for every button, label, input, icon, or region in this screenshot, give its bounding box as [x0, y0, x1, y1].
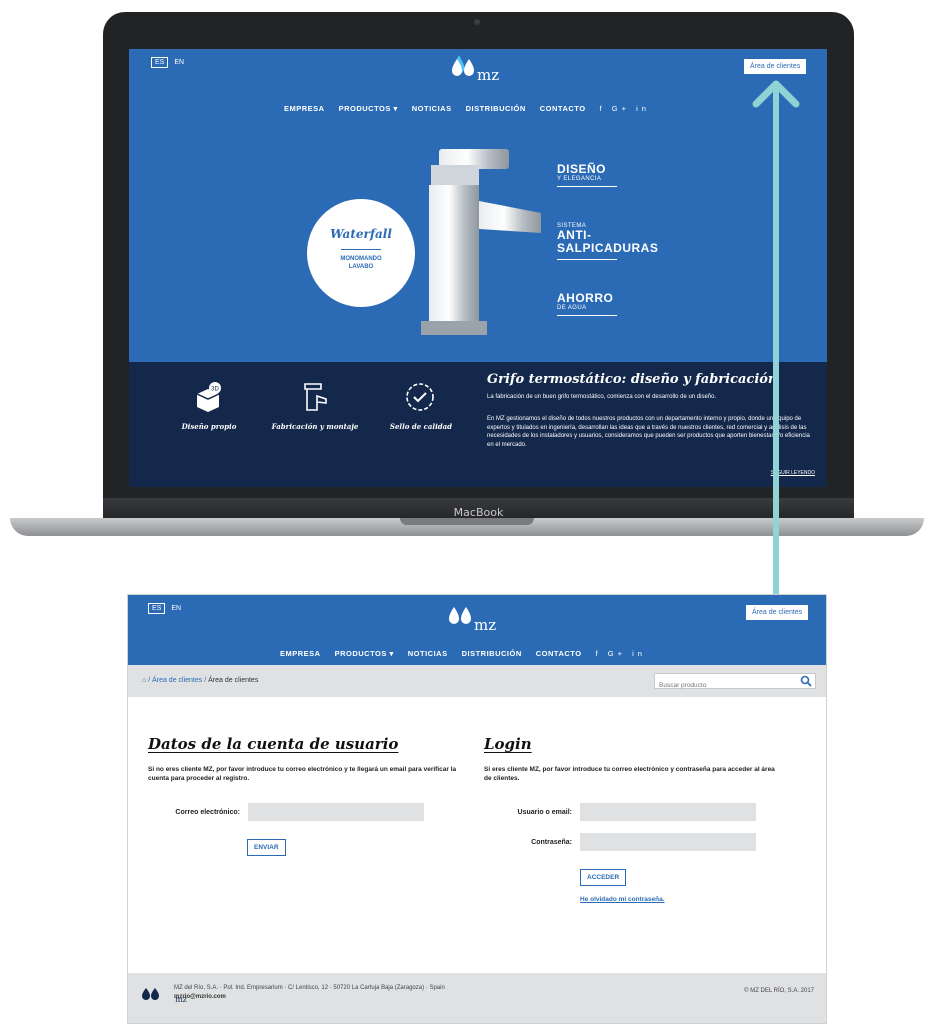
- faucet-outline-icon: [304, 383, 327, 411]
- register-title: Datos de la cuenta de usuario: [148, 735, 399, 753]
- login-username-field[interactable]: [580, 803, 756, 821]
- product-name: Waterfall: [330, 227, 392, 241]
- login-button[interactable]: ACCEDER: [580, 869, 627, 886]
- nav-empresa[interactable]: EMPRESA: [280, 649, 321, 658]
- nav-noticias[interactable]: NOTICIAS: [412, 104, 452, 113]
- breadcrumb-bar: ⌂ / Área de clientes / Área de clientes: [128, 665, 826, 697]
- laptop-notch: [400, 518, 534, 525]
- language-switcher: ES EN: [148, 603, 181, 614]
- lang-es-button[interactable]: ES: [151, 57, 169, 68]
- quality-seal-icon: [406, 383, 434, 411]
- feature-own-design: Diseño propio: [181, 422, 237, 431]
- nav-noticias[interactable]: NOTICIAS: [408, 649, 448, 658]
- main-nav: EMPRESA PRODUCTOS ▾ NOTICIAS DISTRIBUCIÓ…: [284, 104, 650, 113]
- svg-text:3D: 3D: [211, 387, 219, 393]
- double-arrow-icon: [752, 80, 800, 656]
- googleplus-icon[interactable]: G+: [612, 104, 630, 113]
- drops-logo-icon: [142, 988, 159, 1000]
- lang-en-button[interactable]: EN: [174, 59, 184, 66]
- language-switcher: ES EN: [151, 57, 184, 68]
- login-password-field[interactable]: [580, 833, 756, 851]
- email-label: Correo electrónico:: [175, 809, 240, 816]
- linkedin-icon[interactable]: in: [636, 104, 650, 113]
- page-footer: mz MZ del Río, S.A. · Pol. Ind. Empresar…: [128, 973, 826, 1023]
- client-area-button[interactable]: Área de clientes: [744, 59, 807, 74]
- feature-antisplash: SISTEMA ANTI- SALPICADURAS: [557, 223, 658, 260]
- page-header: ES EN mz Área de clientes EMPRESA PRODUCT…: [128, 595, 826, 665]
- nav-distribucion[interactable]: DISTRIBUCIÓN: [466, 104, 526, 113]
- band-title: Grifo termostático: diseño y fabricación: [487, 372, 778, 387]
- logo-text: mz: [477, 66, 500, 84]
- register-description: Si no eres cliente MZ, por favor introdu…: [148, 766, 457, 782]
- info-band: 3D Diseño propio Fabricación y montaje S…: [129, 362, 827, 487]
- forgot-password-link[interactable]: He olvidado mi contraseña.: [580, 896, 665, 903]
- googleplus-icon[interactable]: G+: [608, 649, 626, 658]
- product-type: MONOMANDO: [340, 256, 382, 262]
- password-label: Contraseña:: [531, 839, 572, 846]
- nav-distribucion[interactable]: DISTRIBUCIÓN: [462, 649, 522, 658]
- lang-en-button[interactable]: EN: [171, 605, 181, 612]
- footer-copyright: © MZ DEL RÍO, S.A. 2017: [744, 988, 814, 994]
- facebook-icon[interactable]: f: [596, 649, 602, 658]
- nav-contacto[interactable]: CONTACTO: [536, 649, 582, 658]
- footer-email-link[interactable]: mzrio@mzrio.com: [174, 993, 445, 1002]
- send-button[interactable]: ENVIAR: [247, 839, 286, 856]
- linkedin-icon[interactable]: in: [632, 649, 646, 658]
- laptop-screen: ESEN 💧 mz Área de clientes EMPRESA PRODU…: [129, 49, 827, 487]
- cube-3d-icon: 3D: [196, 382, 221, 412]
- nav-contacto[interactable]: CONTACTO: [540, 104, 586, 113]
- feature-quality: Sello de calidad: [389, 422, 453, 431]
- nav-productos[interactable]: PRODUCTOS ▾: [335, 649, 394, 658]
- breadcrumb: ⌂ / Área de clientes / Área de clientes: [142, 677, 259, 684]
- search-input[interactable]: [655, 678, 793, 693]
- home-icon[interactable]: ⌂: [142, 677, 146, 684]
- client-area-page: ES EN mz Área de clientes EMPRESA PRODUCT…: [127, 594, 827, 1024]
- product-sub: LAVABO: [348, 264, 374, 270]
- register-email-field[interactable]: [248, 803, 424, 821]
- product-search: [654, 673, 816, 693]
- main-nav: EMPRESA PRODUCTOS ▾ NOTICIAS DISTRIBUCIÓ…: [280, 649, 646, 658]
- breadcrumb-link[interactable]: Área de clientes: [152, 677, 202, 684]
- feature-water-saving: AHORRO DE AGUA: [557, 292, 617, 316]
- nav-productos[interactable]: PRODUCTOS ▾: [339, 104, 398, 113]
- lang-es-button[interactable]: ES: [148, 603, 166, 614]
- feature-manufacturing: Fabricación y montaje: [271, 422, 359, 431]
- product-badge[interactable]: Waterfall MONOMANDO LAVABO: [307, 199, 415, 307]
- breadcrumb-current: Área de clientes: [208, 677, 259, 684]
- footer-address: MZ del Río, S.A. · Pol. Ind. Empresarium…: [174, 985, 445, 1002]
- username-label: Usuario o email:: [517, 809, 572, 816]
- nav-empresa[interactable]: EMPRESA: [284, 104, 325, 113]
- login-description: Si eres cliente MZ, por favor introduce …: [484, 766, 775, 782]
- logo-text: mz: [474, 616, 497, 634]
- search-icon[interactable]: [800, 675, 812, 687]
- laptop-camera: [474, 19, 480, 25]
- feature-design: DISEÑO Y ELEGANCIA: [557, 163, 617, 187]
- facebook-icon[interactable]: f: [600, 104, 606, 113]
- client-area-button[interactable]: Área de clientes: [746, 605, 809, 620]
- login-title: Login: [484, 735, 532, 753]
